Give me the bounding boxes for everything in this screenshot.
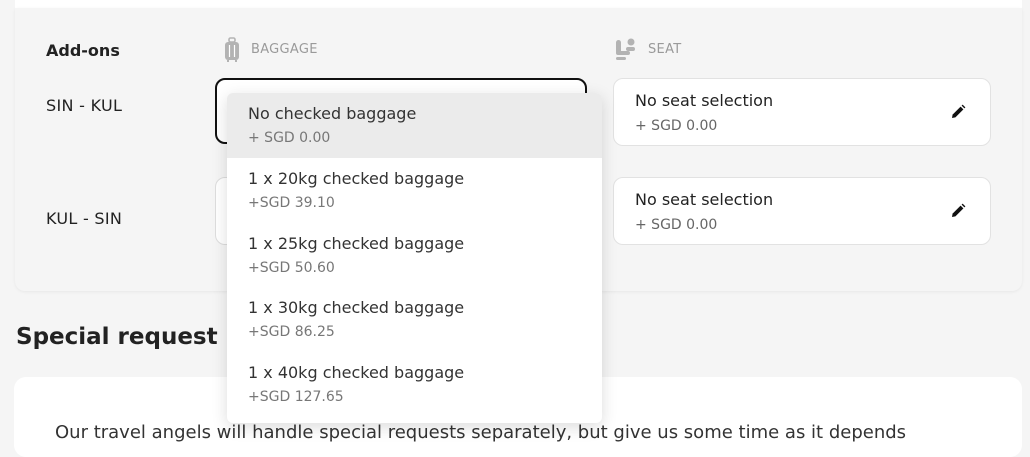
route-label-sin-kul: SIN - KUL (46, 96, 123, 115)
pencil-icon[interactable] (950, 203, 966, 219)
seat-column-header: SEAT (648, 42, 682, 57)
option-price: +SGD 39.10 (248, 194, 335, 211)
baggage-option-none[interactable]: No checked baggage + SGD 0.00 (227, 93, 602, 158)
addons-title: Add-ons (46, 41, 120, 60)
seat-selection-title: No seat selection (635, 91, 774, 110)
baggage-option-40kg[interactable]: 1 x 40kg checked baggage +SGD 127.65 (227, 352, 602, 417)
option-price: + SGD 0.00 (248, 130, 331, 146)
option-label: 1 x 40kg checked baggage (248, 363, 465, 383)
route-label-kul-sin: KUL - SIN (46, 209, 123, 228)
seat-icon (616, 38, 635, 60)
baggage-dropdown-menu: No checked baggage + SGD 0.00 1 x 20kg c… (227, 93, 602, 423)
option-label: 1 x 30kg checked baggage (248, 298, 465, 318)
baggage-option-30kg[interactable]: 1 x 30kg checked baggage +SGD 86.25 (227, 287, 602, 352)
special-request-text: Our travel angels will handle special re… (55, 422, 907, 443)
pencil-icon[interactable] (950, 104, 966, 120)
option-price: +SGD 127.65 (248, 389, 344, 406)
seat-selection-title: No seat selection (635, 190, 774, 209)
special-request-title: Special request (16, 324, 218, 350)
baggage-option-20kg[interactable]: 1 x 20kg checked baggage +SGD 39.10 (227, 158, 602, 223)
seat-selection-price: + SGD 0.00 (635, 217, 718, 233)
option-label: 1 x 25kg checked baggage (248, 233, 465, 253)
seat-selection-price: + SGD 0.00 (635, 118, 718, 134)
seat-selector-sin-kul[interactable]: No seat selection + SGD 0.00 (613, 78, 991, 146)
option-price: +SGD 86.25 (248, 324, 335, 341)
option-price: +SGD 50.60 (248, 259, 335, 276)
baggage-column-header: BAGGAGE (251, 42, 318, 57)
option-label: 1 x 20kg checked baggage (248, 168, 465, 188)
baggage-option-25kg[interactable]: 1 x 25kg checked baggage +SGD 50.60 (227, 223, 602, 288)
previous-card-bottom (15, 0, 1022, 8)
luggage-icon (225, 37, 239, 62)
seat-selector-kul-sin[interactable]: No seat selection + SGD 0.00 (613, 177, 991, 245)
option-label: No checked baggage (248, 104, 417, 123)
